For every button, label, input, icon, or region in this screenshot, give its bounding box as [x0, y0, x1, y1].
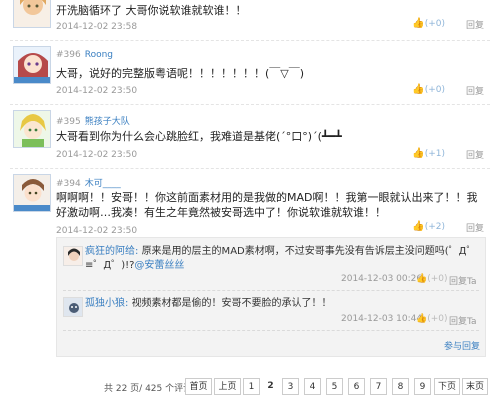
page-info: 共 22 页/ 425 个评论 [104, 384, 193, 394]
avatar[interactable] [13, 46, 51, 84]
comment-meta: #395 熊孩子大队 [56, 114, 130, 127]
vote-button[interactable]: 👍(+0) [412, 18, 445, 29]
thumbs-up-icon: 👍 [416, 274, 428, 284]
avatar[interactable] [63, 297, 83, 317]
vote-button[interactable]: 👍(+0) [416, 274, 448, 284]
floor-number: #395 [56, 117, 81, 127]
first-page-button[interactable]: 首页 [185, 378, 212, 395]
username-link[interactable]: 木可____ [85, 179, 121, 189]
vote-button[interactable]: 👍(+2) [412, 221, 445, 232]
next-page-button[interactable]: 下页 [434, 378, 460, 395]
divider [10, 104, 490, 105]
mention-link[interactable]: @安蕾丝丝 [134, 260, 184, 271]
sub-reply-username[interactable]: 孤独小狼: [85, 298, 128, 309]
join-reply-link[interactable]: 参与回复 [444, 339, 480, 352]
avatar[interactable] [13, 110, 51, 148]
reply-ta-button[interactable]: 回复Ta [449, 274, 477, 287]
username-link[interactable]: Roong [85, 50, 113, 60]
page-button-5[interactable]: 5 [326, 378, 343, 395]
comment-item: 开洗脑循环了 大哥你说软谁就软谁！！ 2014-12-02 23:58 👍(+0… [0, 0, 500, 40]
comment-text: 大哥看到你为什么会心跳脸红，我难道是基佬(´°口°)´(┻━┻ [56, 130, 342, 143]
sub-reply-text: 疯狂的阿给: 原来是用的层主的MAD素材啊，不过安哥事先没有告诉层主没问题吗(゜… [85, 246, 477, 271]
page-button-3[interactable]: 3 [282, 378, 299, 395]
divider [10, 168, 490, 169]
comment-meta: #396 Roong [56, 50, 113, 60]
vote-button[interactable]: 👍(+1) [412, 148, 445, 159]
comment-item: #395 熊孩子大队 大哥看到你为什么会心跳脸红，我难道是基佬(´°口°)´(┻━… [0, 108, 500, 168]
page-button-8[interactable]: 8 [392, 378, 409, 395]
reply-button[interactable]: 回复 [466, 221, 484, 234]
thumbs-up-icon: 👍 [412, 148, 425, 159]
comment-time: 2014-12-02 23:50 [56, 226, 138, 236]
floor-number: #394 [56, 179, 81, 189]
reply-ta-button[interactable]: 回复Ta [449, 314, 477, 327]
comment-meta: #394 木可____ [56, 176, 121, 189]
sub-reply-username[interactable]: 疯狂的阿给: [85, 246, 138, 257]
sub-reply-time: 2014-12-03 10:44 [341, 314, 423, 324]
divider [10, 40, 490, 41]
vote-button[interactable]: 👍(+0) [412, 84, 445, 95]
vote-button[interactable]: 👍(+0) [416, 314, 448, 324]
comment-item: #394 木可____ 啊啊啊！！安哥！！你这前面素材用的是我做的MAD啊！！我第… [0, 172, 500, 242]
comment-time: 2014-12-02 23:50 [56, 150, 138, 160]
comment-text: 开洗脑循环了 大哥你说软谁就软谁！！ [56, 4, 247, 17]
reply-button[interactable]: 回复 [466, 18, 484, 31]
pagination: 共 22 页/ 425 个评论 首页 上页 1 2 3 4 5 6 7 8 9 … [0, 377, 500, 397]
avatar[interactable] [13, 0, 51, 28]
thumbs-up-icon: 👍 [412, 84, 425, 95]
divider [63, 330, 479, 331]
avatar[interactable] [63, 246, 83, 266]
thumbs-up-icon: 👍 [412, 221, 425, 232]
comment-time: 2014-12-02 23:58 [56, 22, 138, 32]
page-button-6[interactable]: 6 [348, 378, 365, 395]
thumbs-up-icon: 👍 [416, 314, 428, 324]
page-button-9[interactable]: 9 [414, 378, 431, 395]
page-button-4[interactable]: 4 [304, 378, 321, 395]
sub-reply-time: 2014-12-03 00:26 [341, 274, 423, 284]
sub-reply-list: 疯狂的阿给: 原来是用的层主的MAD素材啊，不过安哥事先没有告诉层主没问题吗(゜… [56, 237, 486, 357]
comment-text: 大哥，说好的完整版粤语呢！！！！！！！(￣▽￣) [56, 67, 305, 80]
reply-button[interactable]: 回复 [466, 148, 484, 161]
floor-number: #396 [56, 50, 81, 60]
comment-time: 2014-12-02 23:50 [56, 86, 138, 96]
comment-text: 啊啊啊！！安哥！！你这前面素材用的是我做的MAD啊！！我第一眼就认出来了！！我好… [56, 191, 478, 219]
page-button-1[interactable]: 1 [243, 378, 260, 395]
avatar[interactable] [13, 174, 51, 212]
thumbs-up-icon: 👍 [412, 18, 425, 29]
last-page-button[interactable]: 末页 [462, 378, 488, 395]
username-link[interactable]: 熊孩子大队 [85, 117, 130, 127]
comment-item: #396 Roong 大哥，说好的完整版粤语呢！！！！！！！(￣▽￣) 2014-… [0, 44, 500, 104]
page-button-current: 2 [267, 381, 274, 391]
page-button-7[interactable]: 7 [370, 378, 387, 395]
prev-page-button[interactable]: 上页 [214, 378, 241, 395]
reply-button[interactable]: 回复 [466, 84, 484, 97]
sub-reply-text: 孤独小狼: 视频素材都是偷的！安哥不要脸的承认了！！ [85, 298, 332, 309]
divider [63, 290, 479, 291]
